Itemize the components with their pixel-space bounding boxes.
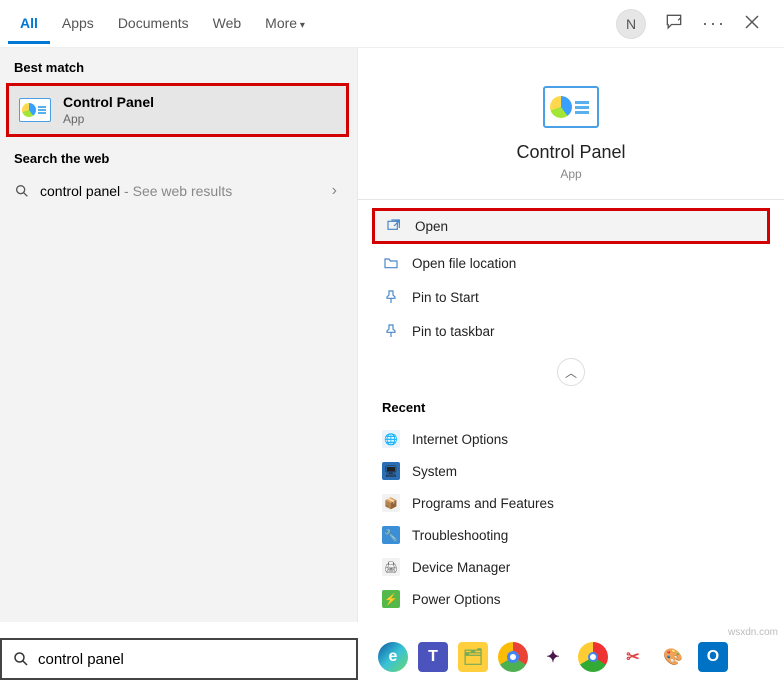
- monitor-icon: 🖥: [382, 462, 400, 480]
- search-bar[interactable]: [0, 638, 358, 680]
- pin-to-taskbar-label: Pin to taskbar: [412, 324, 495, 339]
- search-web-label: Search the web: [0, 139, 357, 172]
- actions-list: Open Open file location Pin to Start Pin…: [358, 208, 784, 348]
- open-file-location-label: Open file location: [412, 256, 516, 271]
- pin-taskbar-icon: [382, 322, 400, 340]
- pin-to-taskbar-action[interactable]: Pin to taskbar: [358, 314, 784, 348]
- filter-tabs: All Apps Documents Web More N ···: [0, 0, 784, 48]
- recent-item-power-options[interactable]: ⚡ Power Options: [358, 583, 784, 615]
- detail-pane: Control Panel App Open Open file locatio…: [358, 48, 784, 622]
- wrench-icon: 🔧: [382, 526, 400, 544]
- feedback-icon[interactable]: [664, 12, 684, 35]
- recent-item-internet-options[interactable]: 🌐 Internet Options: [358, 423, 784, 455]
- watermark: wsxdn.com: [728, 627, 778, 638]
- folder-icon: [382, 254, 400, 272]
- recent-item-programs[interactable]: 📦 Programs and Features: [358, 487, 784, 519]
- open-label: Open: [415, 219, 448, 234]
- top-right-controls: N ···: [616, 9, 776, 39]
- user-avatar[interactable]: N: [616, 9, 646, 39]
- recent-item-system[interactable]: 🖥 System: [358, 455, 784, 487]
- results-list: Best match Control Panel App Search the …: [0, 48, 358, 622]
- globe-icon: 🌐: [382, 430, 400, 448]
- control-panel-icon: [19, 98, 51, 122]
- collapse-chevron-up-icon[interactable]: ︿: [557, 358, 585, 386]
- search-input[interactable]: [38, 651, 346, 668]
- box-icon: 📦: [382, 494, 400, 512]
- teams-icon[interactable]: T: [418, 642, 448, 672]
- divider: [358, 199, 784, 200]
- best-match-title: Control Panel: [63, 94, 154, 110]
- web-result-text: control panel - See web results: [40, 183, 232, 199]
- chevron-right-icon: ›: [332, 182, 343, 200]
- edge-icon[interactable]: e: [378, 642, 408, 672]
- search-icon: [14, 183, 30, 199]
- web-result-row[interactable]: control panel - See web results ›: [0, 172, 357, 210]
- close-icon[interactable]: [744, 14, 760, 33]
- pin-to-start-label: Pin to Start: [412, 290, 479, 305]
- best-match-label: Best match: [0, 48, 357, 81]
- detail-subtitle: App: [358, 167, 784, 181]
- tab-documents[interactable]: Documents: [106, 3, 201, 44]
- pin-to-start-action[interactable]: Pin to Start: [358, 280, 784, 314]
- recent-label: Recent: [358, 392, 784, 423]
- taskbar: e T 🗂 ✦ ✂ 🎨 O: [378, 640, 780, 674]
- chrome-canary-icon[interactable]: [578, 642, 608, 672]
- detail-title: Control Panel: [358, 142, 784, 163]
- search-icon: [12, 650, 30, 668]
- slack-icon[interactable]: ✦: [538, 642, 568, 672]
- tab-more[interactable]: More: [253, 3, 317, 44]
- open-file-location-action[interactable]: Open file location: [358, 246, 784, 280]
- snip-icon[interactable]: ✂: [618, 642, 648, 672]
- control-panel-large-icon: [543, 86, 599, 128]
- file-explorer-icon[interactable]: 🗂: [458, 642, 488, 672]
- open-icon: [385, 217, 403, 235]
- chrome-icon[interactable]: [498, 642, 528, 672]
- tab-all[interactable]: All: [8, 3, 50, 44]
- more-icon[interactable]: ···: [702, 13, 726, 34]
- recent-item-device-manager[interactable]: 🖨 Device Manager: [358, 551, 784, 583]
- recent-item-troubleshooting[interactable]: 🔧 Troubleshooting: [358, 519, 784, 551]
- power-icon: ⚡: [382, 590, 400, 608]
- open-action[interactable]: Open: [372, 208, 770, 244]
- pin-start-icon: [382, 288, 400, 306]
- tab-apps[interactable]: Apps: [50, 3, 106, 44]
- best-match-result[interactable]: Control Panel App: [6, 83, 349, 137]
- devices-icon: 🖨: [382, 558, 400, 576]
- outlook-icon[interactable]: O: [698, 642, 728, 672]
- tab-web[interactable]: Web: [201, 3, 254, 44]
- paint-icon[interactable]: 🎨: [658, 642, 688, 672]
- best-match-subtitle: App: [63, 112, 154, 126]
